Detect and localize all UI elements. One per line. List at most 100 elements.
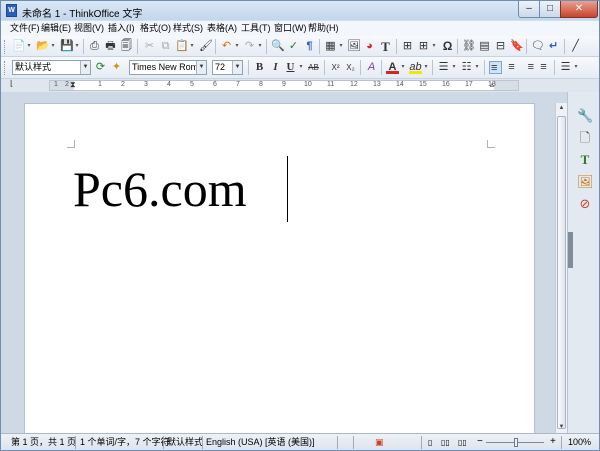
- bold-button[interactable]: B: [253, 61, 266, 74]
- highlight-dropdown-icon[interactable]: ▾: [423, 61, 429, 74]
- save-icon[interactable]: 💾: [60, 40, 74, 53]
- bullet-list-dropdown-icon[interactable]: ▾: [451, 61, 457, 74]
- vertical-scrollbar[interactable]: ▲ ▼: [555, 103, 567, 433]
- chevron-down-icon[interactable]: ▼: [80, 61, 90, 74]
- zoom-in-button[interactable]: +: [550, 436, 556, 447]
- insert-field-icon[interactable]: ⊞: [401, 40, 414, 53]
- new-dropdown-icon[interactable]: ▾: [26, 40, 32, 53]
- language[interactable]: English (USA) [英语 (美国)]: [206, 437, 315, 448]
- word-count[interactable]: 1 个单词/字，7 个字符: [80, 437, 170, 448]
- line-spacing-icon[interactable]: ☰: [559, 61, 572, 74]
- menu-window[interactable]: 窗口(W): [274, 22, 307, 35]
- document-canvas[interactable]: Pc6.com: [1, 92, 567, 443]
- superscript-button[interactable]: X²: [329, 61, 342, 74]
- chevron-down-icon[interactable]: ▼: [232, 61, 242, 74]
- menu-edit[interactable]: 编辑(E): [41, 22, 71, 35]
- redo-icon[interactable]: ↷: [243, 40, 256, 53]
- sidebar-collapse-handle[interactable]: [568, 232, 573, 268]
- page-icon[interactable]: 🗋: [577, 130, 593, 146]
- line-spacing-dropdown-icon[interactable]: ▾: [573, 61, 579, 74]
- formatting-marks-icon[interactable]: ¶: [303, 40, 316, 53]
- numbered-list-icon[interactable]: ☷: [460, 61, 473, 74]
- format-paintbrush-icon[interactable]: 🖌: [199, 40, 213, 53]
- special-character-icon[interactable]: Ω: [441, 40, 454, 53]
- document-modified-icon[interactable]: ▣: [375, 437, 384, 448]
- undo-icon[interactable]: ↶: [220, 40, 233, 53]
- subscript-button[interactable]: X₂: [344, 61, 357, 74]
- toolbar-grip[interactable]: [4, 61, 7, 75]
- menu-table[interactable]: 表格(A): [207, 22, 237, 35]
- cut-icon[interactable]: ✂: [143, 40, 156, 53]
- indent-marker-icon[interactable]: ⧗: [70, 80, 76, 90]
- page-style[interactable]: 默认样式: [167, 437, 203, 448]
- gallery-icon[interactable]: 🖼: [577, 174, 594, 190]
- bookmark-icon[interactable]: 🔖: [510, 40, 524, 53]
- cross-reference-icon[interactable]: ↵: [547, 40, 560, 53]
- menu-insert[interactable]: 插入(I): [108, 22, 135, 35]
- paste-dropdown-icon[interactable]: ▾: [189, 40, 195, 53]
- font-color-dropdown-icon[interactable]: ▾: [400, 61, 406, 74]
- multi-page-view-icon[interactable]: ▯▯: [441, 437, 450, 448]
- navigator-icon[interactable]: ⊘: [577, 196, 593, 212]
- book-view-icon[interactable]: ▯▯: [458, 437, 467, 448]
- copy-icon[interactable]: ⧉: [159, 40, 172, 53]
- document-text[interactable]: Pc6.com: [73, 159, 247, 219]
- insert-table-dropdown-icon[interactable]: ▾: [338, 40, 344, 53]
- find-replace-icon[interactable]: 🔍: [271, 40, 285, 53]
- document-page[interactable]: Pc6.com: [24, 103, 535, 443]
- align-center-button[interactable]: ≡: [505, 61, 518, 74]
- properties-wrench-icon[interactable]: 🔧: [577, 108, 593, 124]
- right-indent-marker-icon[interactable]: ▵: [490, 80, 494, 89]
- toolbar-grip[interactable]: [4, 40, 7, 54]
- align-justify-button[interactable]: ≡: [537, 61, 550, 74]
- align-left-button[interactable]: ≡: [489, 61, 502, 74]
- draw-line-icon[interactable]: ╱: [569, 40, 582, 53]
- chevron-down-icon[interactable]: ▼: [196, 61, 206, 74]
- spellcheck-icon[interactable]: ✓: [287, 40, 300, 53]
- minimize-button[interactable]: –: [518, 1, 540, 18]
- new-document-icon[interactable]: 📄: [12, 40, 26, 53]
- scroll-up-icon[interactable]: ▲: [556, 103, 567, 114]
- font-size-combo[interactable]: 72 ▼: [212, 60, 243, 75]
- insert-field-dropdown-icon[interactable]: ▾: [431, 40, 437, 53]
- underline-dropdown-icon[interactable]: ▾: [298, 61, 304, 74]
- highlight-button[interactable]: ab: [409, 61, 422, 74]
- menu-styles[interactable]: 样式(S): [173, 22, 203, 35]
- insert-field-icon[interactable]: ⊞: [417, 40, 430, 53]
- italic-button[interactable]: I: [269, 61, 282, 74]
- strikethrough-button[interactable]: AB: [307, 61, 320, 74]
- insert-image-icon[interactable]: 🖼: [347, 40, 361, 53]
- menu-view[interactable]: 视图(V): [74, 22, 104, 35]
- paragraph-style-combo[interactable]: 默认样式 ▼: [12, 60, 91, 75]
- styles-icon[interactable]: T: [577, 152, 593, 168]
- scroll-down-icon[interactable]: ▼: [556, 422, 567, 433]
- menu-format[interactable]: 格式(O): [140, 22, 171, 35]
- menu-tools[interactable]: 工具(T): [241, 22, 271, 35]
- zoom-slider-thumb[interactable]: [514, 438, 518, 447]
- print-preview-icon[interactable]: 🗐: [120, 40, 133, 53]
- redo-dropdown-icon[interactable]: ▾: [257, 40, 263, 53]
- menu-file[interactable]: 文件(F): [10, 22, 40, 35]
- open-dropdown-icon[interactable]: ▾: [50, 40, 56, 53]
- footnote-icon[interactable]: ▤: [478, 40, 491, 53]
- insert-chart-icon[interactable]: ◕: [363, 40, 376, 53]
- print-icon[interactable]: 🖶: [104, 40, 117, 53]
- scroll-thumb[interactable]: [557, 116, 566, 429]
- export-pdf-icon[interactable]: ⎙: [88, 40, 101, 53]
- zoom-out-button[interactable]: −: [477, 436, 483, 447]
- single-page-view-icon[interactable]: ▯: [428, 437, 432, 448]
- zoom-level[interactable]: 100%: [568, 437, 591, 448]
- close-button[interactable]: ✕: [560, 1, 598, 18]
- font-name-combo[interactable]: Times New Roman ▼: [129, 60, 207, 75]
- menu-help[interactable]: 帮助(H): [308, 22, 339, 35]
- clear-format-button[interactable]: A: [365, 61, 378, 74]
- new-style-icon[interactable]: ✦: [110, 61, 123, 74]
- insert-textbox-icon[interactable]: T: [379, 40, 392, 53]
- open-folder-icon[interactable]: 📂: [36, 40, 50, 53]
- maximize-button[interactable]: □: [539, 1, 561, 18]
- title-bar[interactable]: W 未命名 1 - ThinkOffice 文字 – □ ✕: [1, 1, 599, 20]
- align-right-button[interactable]: ≡: [521, 61, 534, 74]
- comment-icon[interactable]: 🗨: [531, 40, 545, 53]
- page-break-icon[interactable]: ⊟: [494, 40, 507, 53]
- save-dropdown-icon[interactable]: ▾: [74, 40, 80, 53]
